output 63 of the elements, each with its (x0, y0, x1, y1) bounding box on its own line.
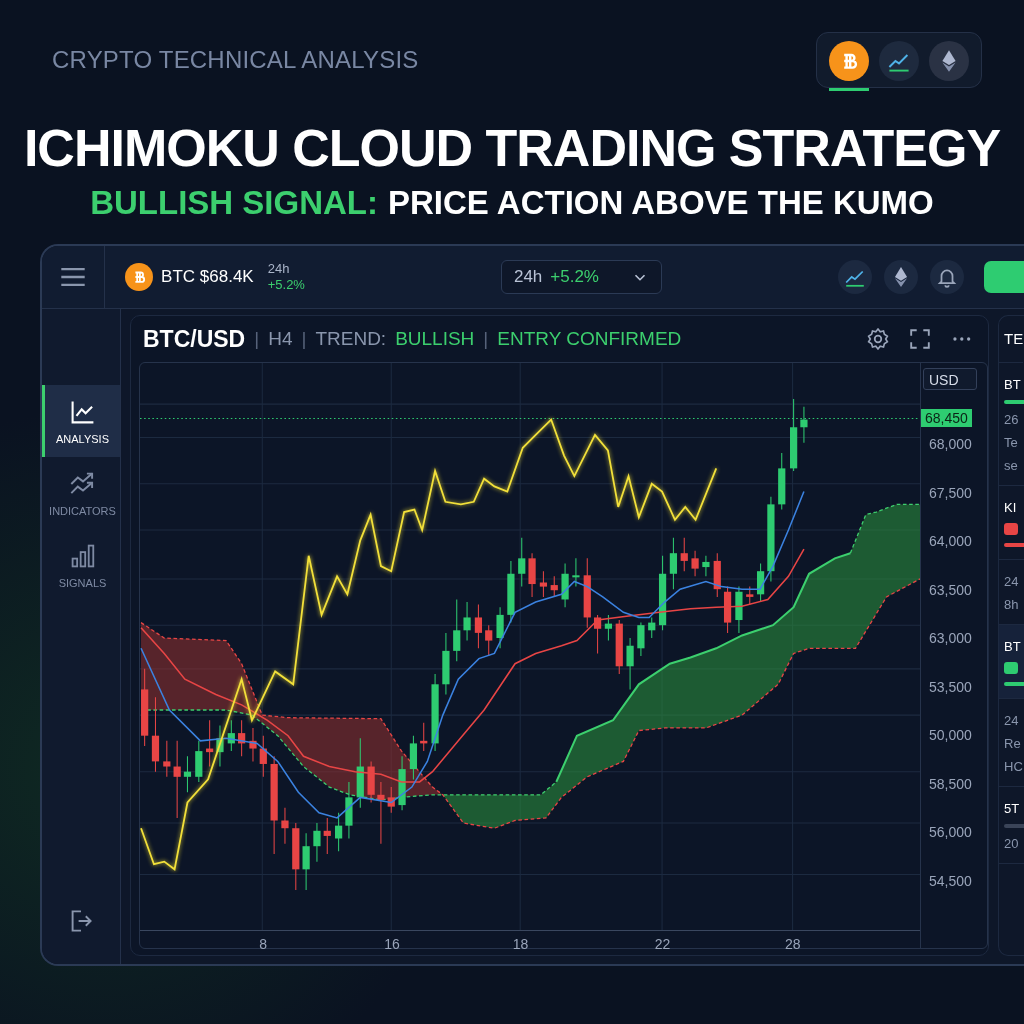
change-period: 24h (267, 261, 291, 277)
separator: | (483, 328, 489, 350)
sidebar-item[interactable]: ANALYSIS (42, 385, 120, 457)
item-text: 20 (1004, 836, 1019, 851)
period-dropdown[interactable]: 24h +5.2% (500, 260, 662, 294)
axis-label: 67,500 (928, 484, 973, 503)
axis-label: 56,000 (928, 824, 973, 842)
axis-label: 68,000 (928, 436, 973, 454)
headline-label: BULLISH SIGNAL: (90, 184, 379, 222)
axis-label: 16 (384, 936, 400, 952)
item-title: BT (1004, 639, 1021, 654)
axis-label: 64,000 (928, 533, 973, 551)
notifications-button[interactable] (930, 260, 964, 294)
bar-chart-icon (69, 543, 96, 569)
axis-label: 50,000 (928, 727, 973, 745)
axis-label: 63,000 (928, 630, 973, 648)
chart-tool-button[interactable] (838, 260, 872, 294)
last-price-badge: 68,450 (921, 409, 972, 427)
axis-label: 18 (512, 936, 529, 952)
axis-label: 22 (654, 936, 671, 952)
currency-label: USD (923, 368, 977, 390)
item-title: BT (1004, 377, 1021, 392)
axis-label: 54,500 (928, 872, 973, 891)
item-text: 24 (1004, 713, 1019, 728)
item-text: 24 (1004, 574, 1019, 589)
settings-button[interactable] (866, 327, 890, 351)
bitcoin-coin-button[interactable] (829, 41, 869, 91)
separator: | (301, 328, 307, 350)
more-icon (953, 337, 971, 341)
page-title: ICHIMOKU CLOUD TRADING STRATEGY (22, 118, 1002, 178)
status-label: BULLISH (395, 328, 475, 350)
chart-label: TREND: (315, 328, 387, 350)
settings-icon (867, 328, 889, 350)
line-chart-icon (69, 399, 96, 425)
separator: | (254, 328, 260, 350)
item-text: 26 (1004, 412, 1019, 427)
panel-title: TE (999, 316, 1024, 363)
axis-label: 53,500 (928, 678, 973, 697)
logout-icon (69, 909, 93, 933)
axis-label: 28 (785, 936, 801, 952)
sidebar-item[interactable]: SIGNALS (42, 529, 120, 601)
page-subtitle: CRYPTO TECHNICAL ANALYSIS (52, 46, 419, 74)
headline-text: PRICE ACTION ABOVE THE KUMO (388, 184, 934, 222)
change-value: +5.2% (267, 277, 305, 293)
axis-label: 8 (259, 936, 268, 952)
item-text: Re (1004, 736, 1021, 751)
chart-label: H4 (268, 328, 293, 350)
item-title: KI (1004, 500, 1017, 515)
chart-title: BTC/USD (143, 325, 246, 353)
item-title: 5T (1004, 801, 1020, 816)
fullscreen-icon (909, 328, 931, 350)
fullscreen-button[interactable] (908, 327, 932, 351)
ticker-price: BTC $68.4K (161, 267, 254, 287)
item-text: Te (1004, 435, 1018, 450)
item-text: 8h (1004, 597, 1019, 612)
item-text: se (1004, 458, 1018, 473)
sidebar-item[interactable]: INDICATORS (42, 457, 120, 529)
bitcoin-logo (125, 263, 154, 291)
item-text: HC (1004, 759, 1023, 774)
axis-label: 58,500 (928, 775, 973, 794)
axis-label: 63,500 (928, 581, 973, 600)
status-label: ENTRY CONFIRMED (497, 328, 682, 350)
ethereum-button[interactable] (884, 260, 918, 294)
